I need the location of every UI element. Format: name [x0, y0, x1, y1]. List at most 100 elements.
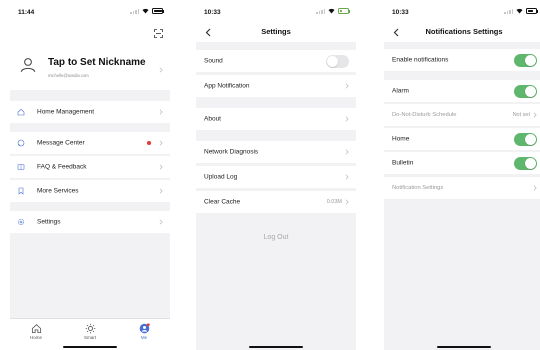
menu-item-more-services[interactable]: More Services [10, 180, 170, 202]
status-icons [130, 8, 164, 14]
home-icon [31, 324, 41, 334]
chevron-right-icon [159, 188, 163, 194]
chevron-right-icon [159, 164, 163, 170]
row-label: Do-Not-Disturb Schedule [392, 112, 457, 118]
settings-row-clear-cache[interactable]: Clear Cache 0.03M [196, 191, 356, 213]
page-title: Settings [261, 27, 291, 36]
logout-button[interactable]: Log Out [196, 226, 356, 252]
tab-smart[interactable]: Smart [75, 323, 105, 340]
settings-row-about[interactable]: About [196, 108, 356, 130]
account-email: michelle@tuwdia.com [48, 73, 89, 78]
status-time: 10:33 [204, 9, 221, 16]
home-indicator [63, 346, 117, 348]
menu-item-label: Settings [37, 218, 61, 226]
menu-item-faq-feedback[interactable]: FAQ & Feedback [10, 156, 170, 178]
notif-row-bulletin[interactable]: Bulletin [384, 152, 540, 174]
home-icon [17, 108, 25, 116]
notif-row-dnd-schedule[interactable]: Do-Not-Disturb Schedule Not set [384, 104, 540, 126]
row-label: Bulletin [392, 159, 414, 167]
status-bar: 10:33 [384, 0, 540, 22]
settings-row-sound[interactable]: Sound [196, 50, 356, 72]
page-title: Notifications Settings [425, 27, 503, 36]
row-label: Sound [204, 57, 223, 65]
menu-item-label: FAQ & Feedback [37, 163, 87, 171]
chevron-right-icon [345, 149, 349, 155]
nickname-label[interactable]: Tap to Set Nickname [48, 57, 146, 68]
status-time: 11:44 [18, 9, 35, 16]
row-label: Alarm [392, 87, 409, 95]
cache-size-value: 0.03M [326, 199, 342, 205]
settings-row-network-diagnosis[interactable]: Network Diagnosis [196, 141, 356, 163]
status-time: 10:33 [392, 9, 409, 16]
chevron-right-icon [533, 112, 537, 118]
menu-item-message-center[interactable]: Message Center [10, 132, 170, 154]
logout-label: Log Out [263, 234, 289, 241]
status-bar: 11:44 [10, 0, 170, 22]
tab-label: Home [29, 335, 42, 340]
row-label: Network Diagnosis [204, 148, 259, 156]
home-indicator [437, 346, 491, 348]
tab-home[interactable]: Home [21, 323, 51, 340]
settings-screen: 10:33 Settings Sound App Notification Ab… [196, 0, 356, 350]
sun-icon [85, 323, 95, 334]
wifi-icon [142, 8, 149, 14]
home-toggle[interactable] [514, 132, 537, 146]
notifications-settings-screen: 10:33 Notifications Settings Enable noti… [384, 0, 540, 350]
battery-icon [526, 8, 538, 14]
chevron-right-icon [345, 174, 349, 180]
signal-icon [504, 8, 513, 14]
row-label: App Notification [204, 82, 250, 90]
bulletin-toggle[interactable] [514, 156, 537, 170]
dnd-value: Not set [512, 112, 530, 118]
chevron-right-icon [159, 109, 163, 115]
chevron-right-icon [159, 140, 163, 146]
chevron-right-icon [345, 83, 349, 89]
row-label: Notification Settings [392, 185, 444, 191]
tab-me[interactable]: Me [129, 323, 159, 340]
message-icon [17, 139, 25, 147]
nav-bar: Settings [196, 22, 356, 42]
nav-bar: Notifications Settings [384, 22, 540, 42]
me-screen: 11:44 Tap to Set Nickname michelle@tuwdi… [10, 0, 170, 350]
settings-row-app-notification[interactable]: App Notification [196, 75, 356, 97]
profile-header: Tap to Set Nickname michelle@tuwdia.com [10, 22, 170, 90]
gear-icon [17, 218, 25, 226]
chevron-right-icon [345, 116, 349, 122]
wifi-icon [328, 8, 335, 14]
menu-item-label: More Services [37, 187, 79, 195]
home-indicator [249, 346, 303, 348]
settings-row-upload-log[interactable]: Upload Log [196, 166, 356, 188]
row-label: Upload Log [204, 173, 238, 181]
alarm-toggle[interactable] [514, 84, 537, 98]
enable-notifications-toggle[interactable] [514, 53, 537, 67]
signal-icon [130, 8, 139, 14]
person-icon [139, 323, 150, 334]
menu-item-settings[interactable]: Settings [10, 211, 170, 233]
menu-item-label: Home Management [37, 108, 95, 116]
wifi-icon [516, 8, 523, 14]
notif-row-alarm[interactable]: Alarm [384, 80, 540, 102]
avatar[interactable] [19, 56, 37, 74]
chevron-right-icon [159, 219, 163, 225]
row-label: Enable notifications [392, 56, 449, 64]
notif-row-enable[interactable]: Enable notifications [384, 49, 540, 71]
chevron-right-icon [533, 185, 537, 191]
tab-label: Me [140, 335, 148, 340]
bookmark-icon [18, 187, 24, 195]
book-icon [17, 164, 25, 170]
menu-item-home-management[interactable]: Home Management [10, 101, 170, 123]
status-icons [504, 8, 538, 14]
tab-label: Smart [83, 335, 96, 340]
notif-row-home[interactable]: Home [384, 128, 540, 150]
chevron-right-icon [159, 67, 163, 73]
scan-icon[interactable] [154, 29, 163, 38]
unread-badge [147, 141, 151, 145]
row-label: Home [392, 135, 410, 143]
notif-row-notification-settings[interactable]: Notification Settings [384, 177, 540, 199]
row-label: Clear Cache [204, 198, 241, 206]
chevron-right-icon [345, 199, 349, 205]
sound-toggle[interactable] [326, 54, 349, 68]
status-bar: 10:33 [196, 0, 356, 22]
row-label: About [204, 115, 221, 123]
signal-icon [316, 8, 325, 14]
